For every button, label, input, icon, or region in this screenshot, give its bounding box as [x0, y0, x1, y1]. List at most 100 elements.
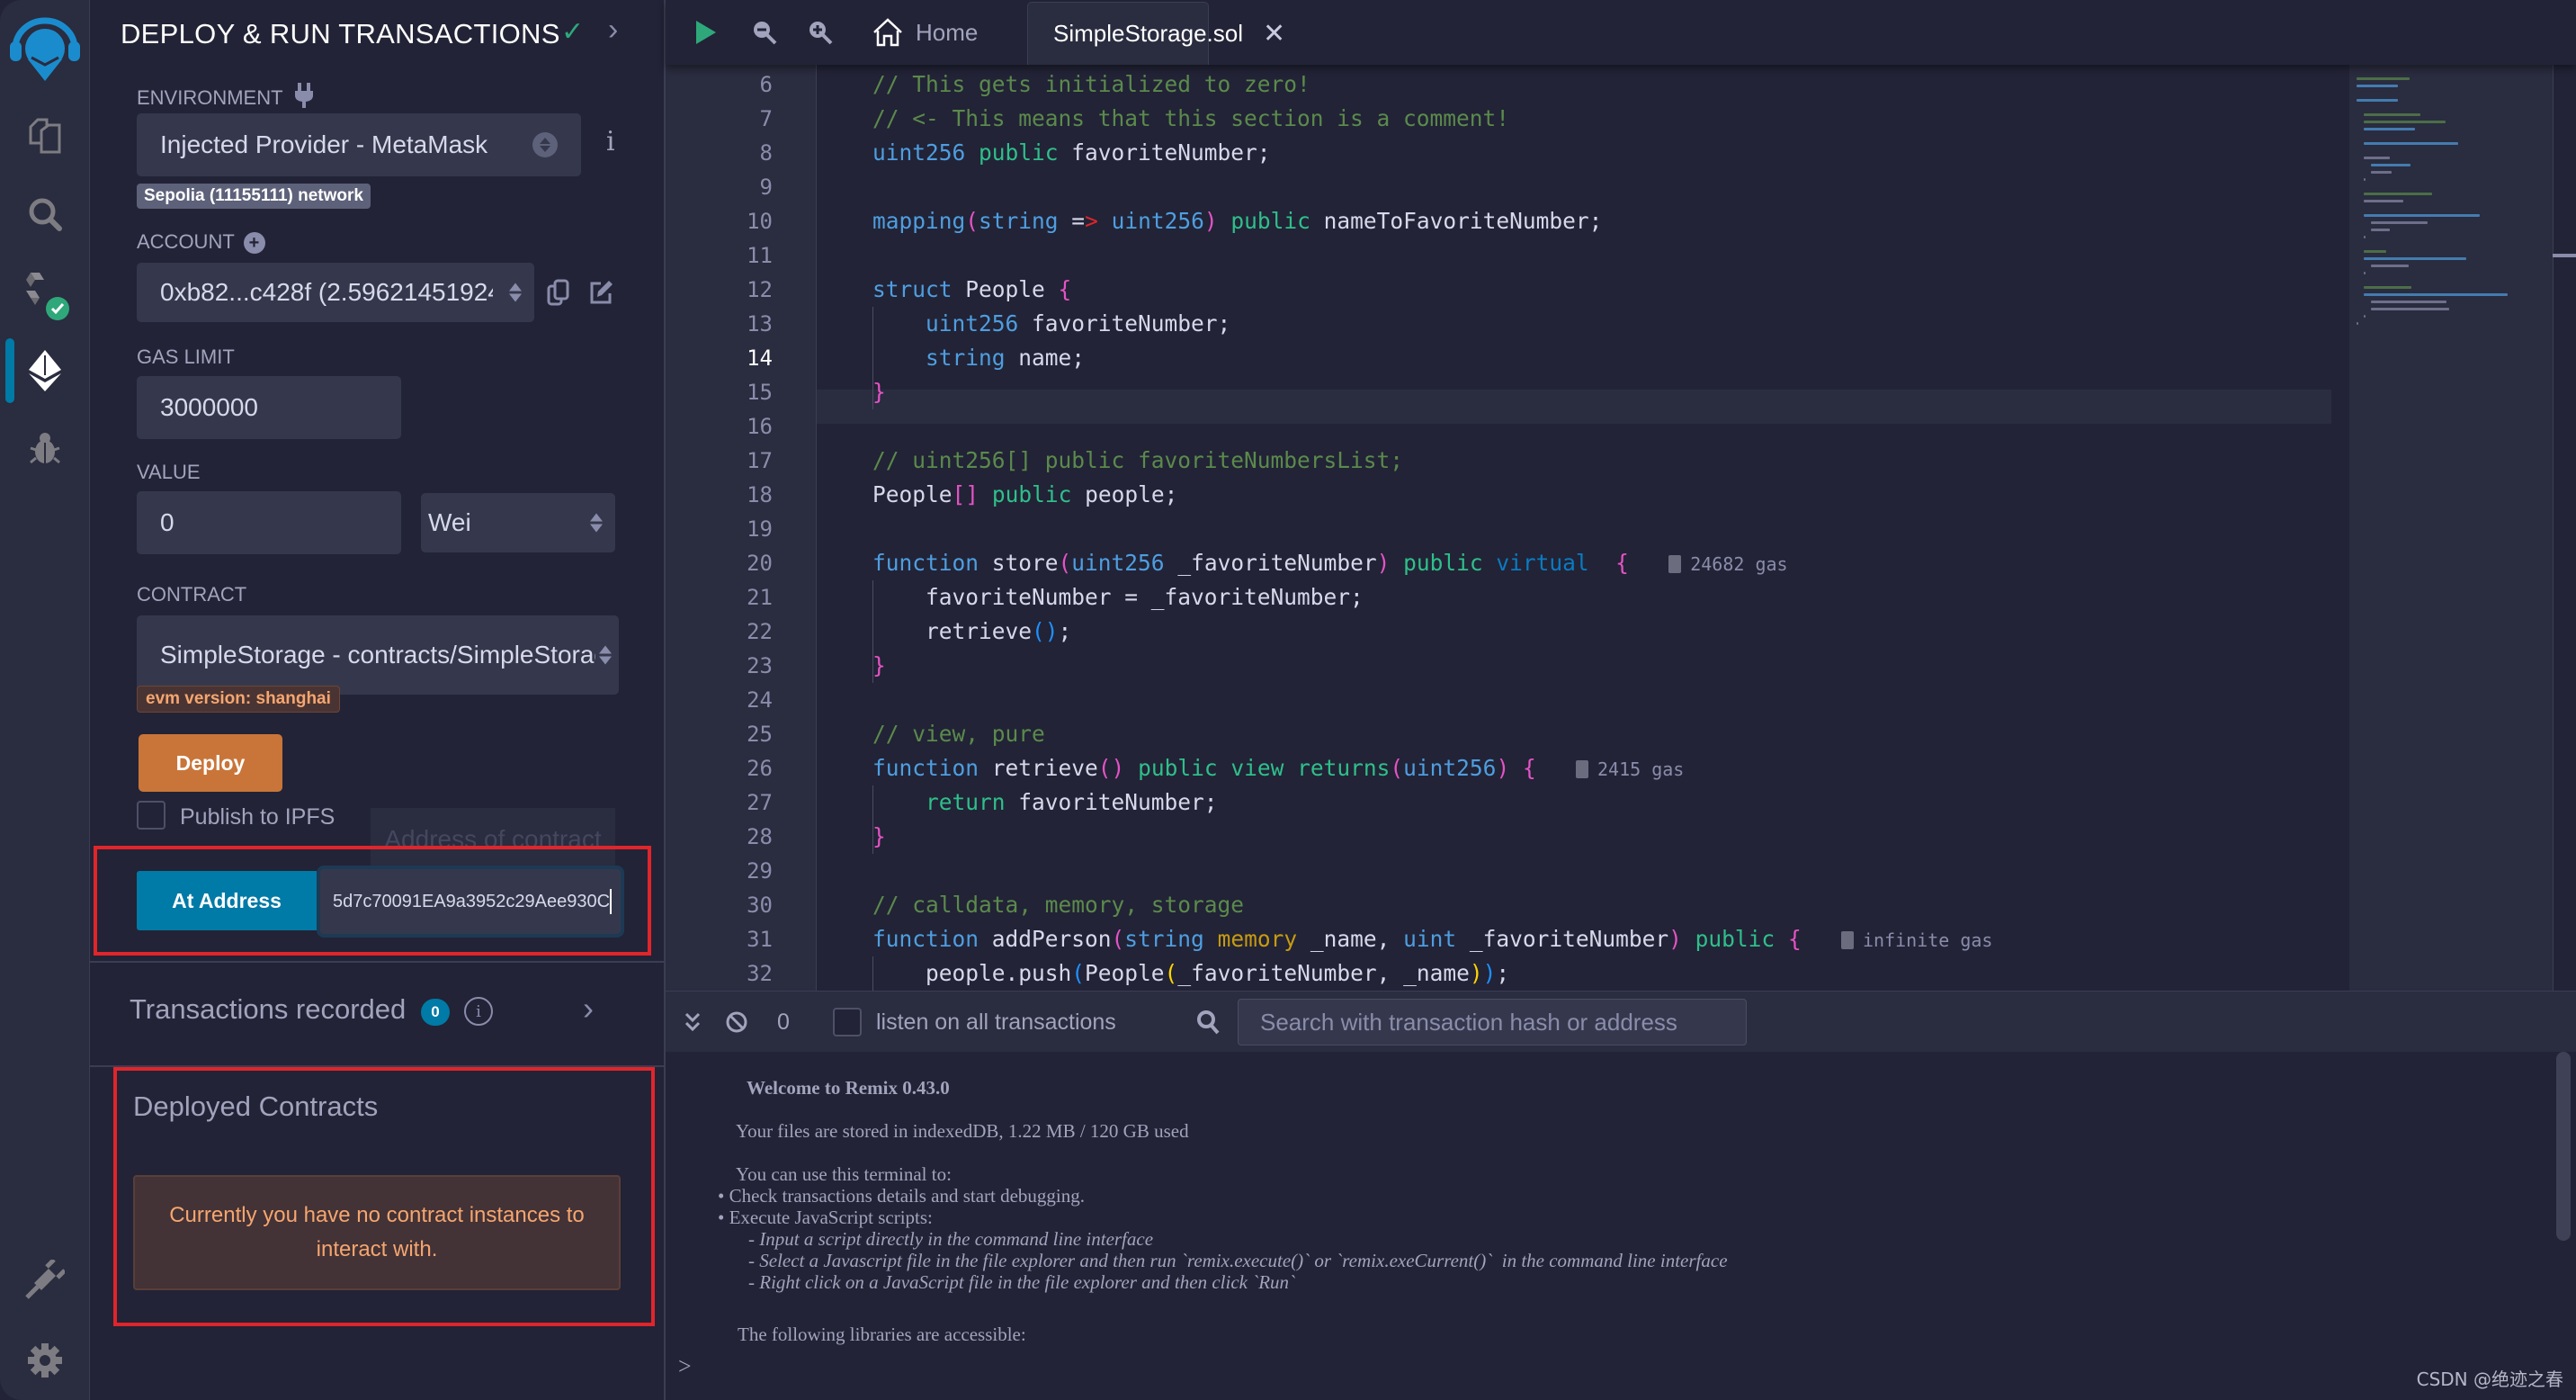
line-number: 26 [747, 756, 773, 781]
tab-home[interactable]: Home [872, 0, 978, 65]
line-number: 16 [747, 414, 773, 439]
minimap-content [2349, 65, 2556, 991]
plugin-manager-icon[interactable] [0, 1252, 90, 1306]
code-line: uint256 public favoriteNumber; [872, 139, 1271, 166]
code-line: // <- This means that this section is a … [872, 105, 1510, 131]
info-icon[interactable]: i [464, 997, 493, 1026]
settings-icon[interactable] [0, 1333, 90, 1387]
code-line: People[] public people; [872, 481, 1178, 507]
close-icon[interactable]: ✕ [1263, 18, 1285, 49]
debugger-icon[interactable] [0, 421, 90, 475]
line-number: 23 [747, 653, 773, 678]
info-icon[interactable]: i [606, 126, 615, 157]
contract-select[interactable]: SimpleStorage - contracts/SimpleStorage.… [137, 615, 619, 695]
bullet-item: • Execute JavaScript scripts: [718, 1207, 933, 1228]
search-icon[interactable] [0, 187, 90, 241]
listen-all-label: listen on all transactions [876, 1009, 1116, 1035]
line-number: 7 [759, 106, 773, 131]
at-address-button[interactable]: At Address [137, 871, 317, 930]
deploy-run-icon[interactable] [0, 342, 90, 399]
line-number: 14 [747, 346, 773, 371]
value-input[interactable]: 0 [137, 491, 401, 554]
code-editor[interactable]: 6 7 8 9 10 11 12 13 14 15 16 17 18 19 20 21 22 23 24 25 26 27… [666, 65, 2576, 991]
account-select[interactable]: 0xb82...c428f (2.59621451924 [137, 263, 534, 322]
publish-ipfs-checkbox[interactable] [137, 801, 165, 830]
code-line: retrieve(); [872, 618, 1072, 644]
unit-value: Wei [428, 508, 471, 536]
edit-icon[interactable] [588, 279, 613, 306]
code-line: function retrieve() public view returns(… [872, 755, 1685, 781]
terminal-scrollbar[interactable] [2556, 1052, 2571, 1241]
watermark: CSDN @绝迹之春 [2416, 1369, 2563, 1390]
minimap-line [2371, 171, 2392, 174]
chevron-right-icon[interactable]: › [608, 13, 618, 48]
minimap[interactable] [2331, 65, 2576, 991]
line-number-gutter: 6 7 8 9 10 11 12 13 14 15 16 17 18 19 20 21 22 23 24 25 26 27… [666, 65, 817, 991]
tab-home-label: Home [916, 18, 979, 46]
select-arrows-icon [599, 645, 612, 665]
code-area[interactable]: // This gets initialized to zero! // <- T… [817, 65, 2331, 991]
home-icon [873, 18, 902, 47]
transactions-recorded-label[interactable]: Transactions recorded [130, 993, 406, 1026]
line-number: 25 [747, 722, 773, 747]
add-account-icon[interactable]: + [243, 232, 265, 254]
deployed-contracts-title: Deployed Contracts [133, 1090, 379, 1122]
contract-address-value: 5d7c70091EA9a3952c29Aee930C [333, 891, 611, 911]
gas-pump-icon [1576, 760, 1588, 778]
contract-value: SimpleStorage - contracts/SimpleStorage.… [160, 641, 595, 669]
zoom-in-icon[interactable] [808, 0, 833, 65]
gas-estimate: infinite gas [1840, 929, 1992, 951]
value-label: VALUE [137, 461, 201, 483]
minimap-line [2371, 265, 2409, 267]
select-arrows-icon [509, 283, 522, 302]
tab-simplestorage[interactable]: SimpleStorage.sol ✕ [1027, 2, 1285, 65]
code-line: // uint256[] public favoriteNumbersList; [872, 447, 1404, 473]
line-number: 27 [747, 790, 773, 815]
minimap-line [2371, 164, 2411, 166]
scrollbar-thumb[interactable] [2553, 254, 2576, 257]
gas-limit-input[interactable]: 3000000 [137, 376, 401, 439]
code-line: struct People { [872, 276, 1072, 302]
text-cursor [610, 889, 613, 914]
environment-select[interactable]: Injected Provider - MetaMask [137, 113, 581, 176]
solidity-compiler-icon[interactable] [0, 265, 90, 328]
contract-address-input[interactable]: 5d7c70091EA9a3952c29Aee930C [317, 866, 624, 938]
line-number: 10 [747, 209, 773, 234]
code-line: } [872, 823, 886, 849]
code-line: // This gets initialized to zero! [872, 71, 1310, 97]
storage-text: Your files are stored in indexedDB, 1.22… [736, 1120, 1189, 1142]
run-icon[interactable] [694, 0, 718, 65]
transaction-search-input[interactable]: Search with transaction hash or address [1238, 999, 1747, 1046]
chevron-right-icon[interactable]: › [583, 990, 594, 1028]
line-number: 24 [747, 687, 773, 713]
account-label: ACCOUNT + [137, 230, 265, 254]
zoom-out-icon[interactable] [752, 0, 777, 65]
terminal-output[interactable]: Welcome to Remix 0.43.0 Your files are s… [666, 1052, 2576, 1400]
line-number: 30 [747, 893, 773, 918]
welcome-text: Welcome to Remix 0.43.0 [747, 1077, 950, 1099]
minimap-line [2364, 236, 2366, 238]
contract-label: CONTRACT [137, 583, 247, 606]
line-number: 32 [747, 961, 773, 986]
code-line: string name; [926, 345, 1086, 371]
search-icon [1196, 992, 1220, 1053]
copy-icon[interactable] [547, 279, 570, 306]
code-line: uint256 favoriteNumber; [926, 310, 1231, 337]
environment-value: Injected Provider - MetaMask [160, 130, 488, 158]
minimap-line [2364, 250, 2386, 253]
select-arrows-icon [532, 132, 558, 157]
intro-text: You can use this terminal to: [736, 1163, 952, 1185]
command-prompt[interactable]: > [678, 1353, 692, 1380]
editor-scrollbar[interactable] [2553, 65, 2576, 991]
unit-select[interactable]: Wei [421, 493, 615, 552]
remix-logo-icon[interactable] [0, 13, 90, 85]
minimap-line [2364, 272, 2366, 274]
terminal-toolbar: 0 listen on all transactions Search with… [666, 991, 2576, 1052]
indent-guide [872, 785, 873, 854]
line-number: 17 [747, 448, 773, 473]
listen-all-checkbox[interactable] [833, 1008, 862, 1037]
file-explorer-icon[interactable] [0, 108, 90, 162]
deploy-button[interactable]: Deploy [139, 734, 282, 792]
collapse-terminal-icon[interactable] [684, 992, 702, 1053]
clear-console-icon[interactable] [725, 992, 748, 1053]
